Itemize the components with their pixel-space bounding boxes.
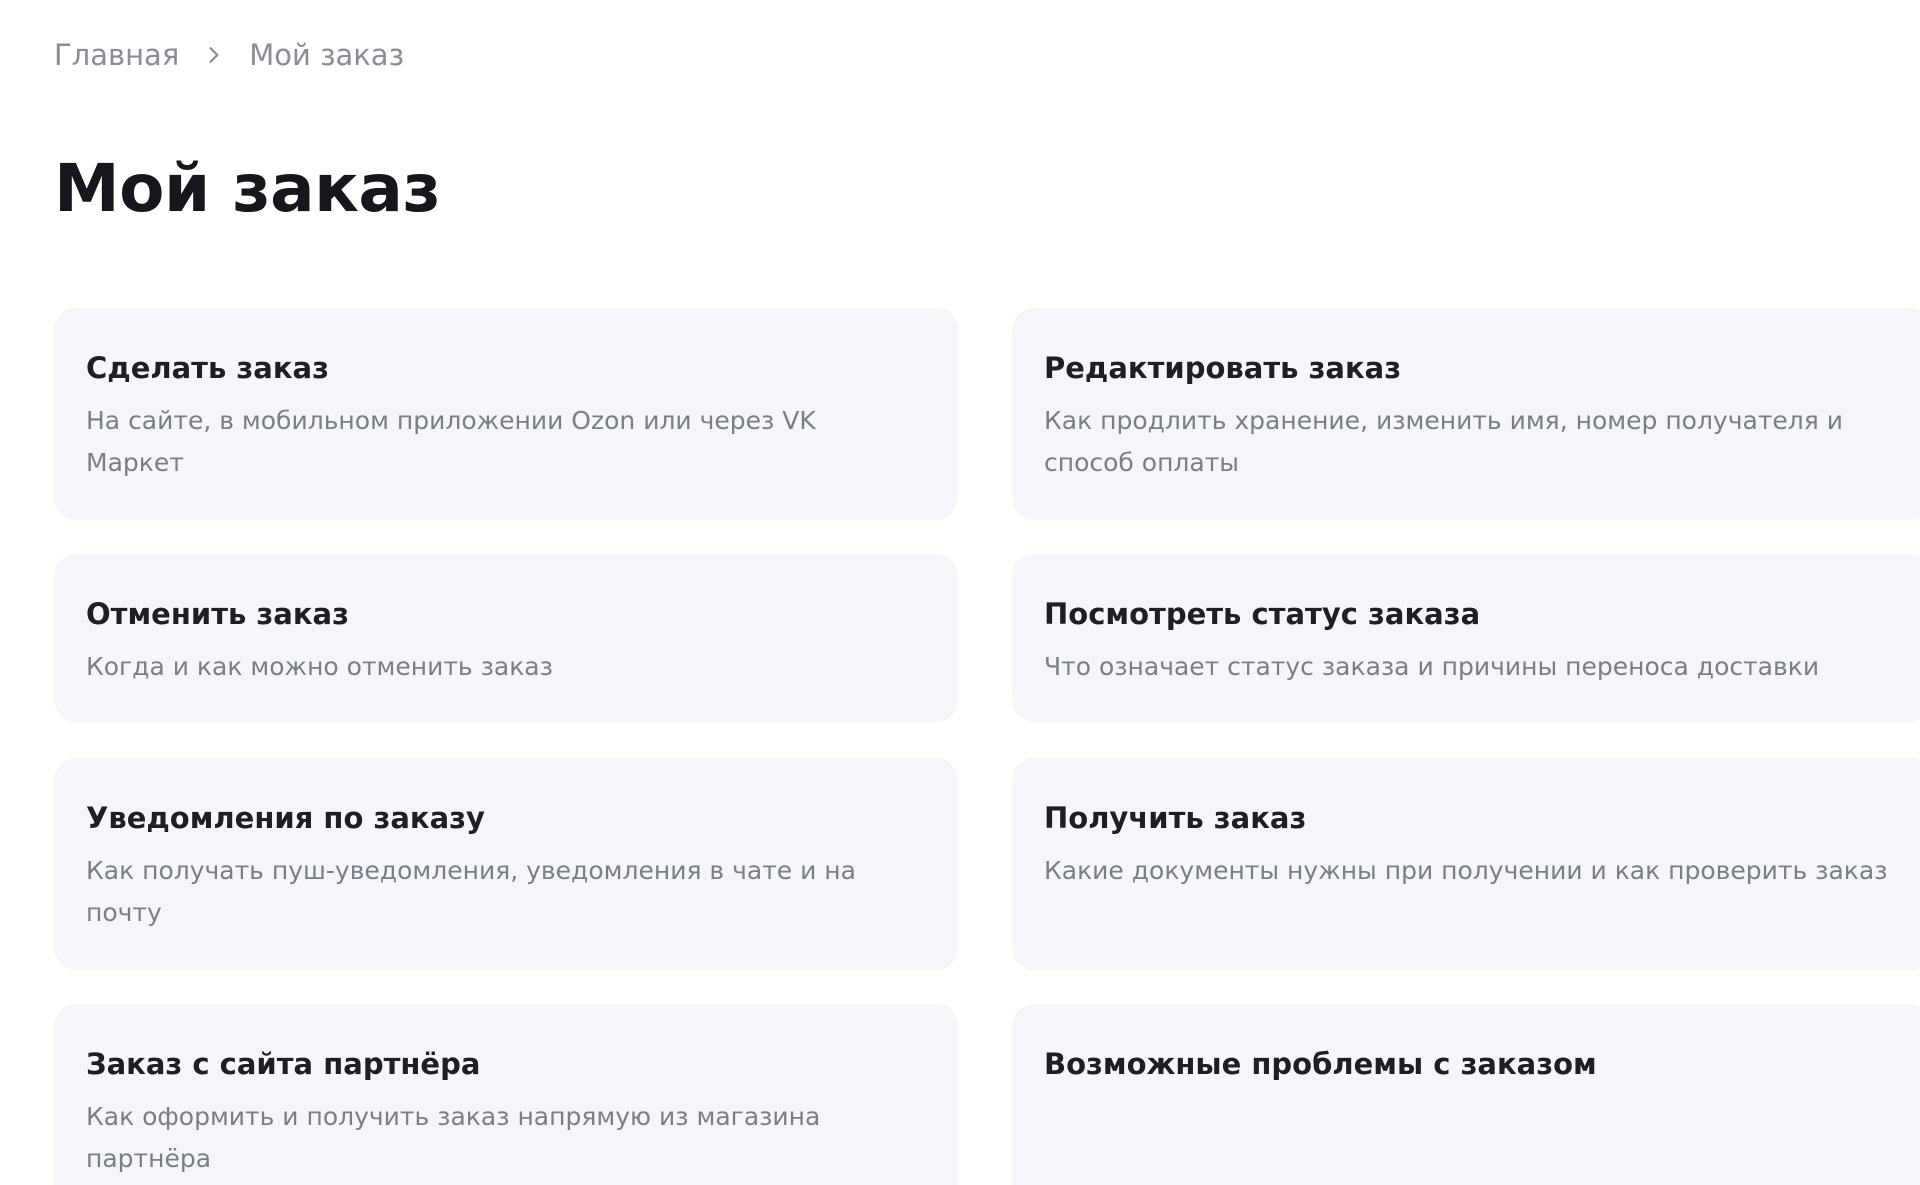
- breadcrumb: Главная Мой заказ: [54, 38, 404, 72]
- card-receive-order[interactable]: Получить заказ Какие документы нужны при…: [1012, 758, 1920, 970]
- card-title: Редактировать заказ: [1044, 351, 1402, 385]
- card-title: Отменить заказ: [86, 597, 349, 631]
- chevron-right-icon: [179, 40, 249, 70]
- card-title: Сделать заказ: [86, 351, 329, 385]
- card-description: Как оформить и получить заказ напрямую и…: [86, 1102, 821, 1173]
- card-edit-order[interactable]: Редактировать заказ Как продлить хранени…: [1012, 308, 1920, 520]
- card-order-problems[interactable]: Возможные проблемы с заказом: [1012, 1004, 1920, 1185]
- card-description: Как получать пуш-уведомления, уведомлени…: [86, 856, 856, 927]
- card-partner-order[interactable]: Заказ с сайта партнёра Как оформить и по…: [54, 1004, 958, 1185]
- card-title: Уведомления по заказу: [86, 801, 485, 835]
- card-description: Какие документы нужны при получении и ка…: [1044, 856, 1888, 885]
- card-order-status[interactable]: Посмотреть статус заказа Что означает ст…: [1012, 554, 1920, 722]
- card-title: Возможные проблемы с заказом: [1044, 1047, 1597, 1081]
- card-description: Когда и как можно отменить заказ: [86, 652, 553, 681]
- breadcrumb-current: Мой заказ: [249, 38, 404, 72]
- page: Главная Мой заказ Мой заказ Сделать зака…: [0, 0, 1920, 1185]
- card-order-notifications[interactable]: Уведомления по заказу Как получать пуш-у…: [54, 758, 958, 970]
- breadcrumb-home-link[interactable]: Главная: [54, 38, 179, 72]
- card-description: Что означает статус заказа и причины пер…: [1044, 652, 1820, 681]
- card-make-order[interactable]: Сделать заказ На сайте, в мобильном прил…: [54, 308, 958, 520]
- card-title: Посмотреть статус заказа: [1044, 597, 1481, 631]
- card-description: Как продлить хранение, изменить имя, ном…: [1044, 406, 1843, 477]
- card-cancel-order[interactable]: Отменить заказ Когда и как можно отменит…: [54, 554, 958, 722]
- page-title: Мой заказ: [54, 150, 441, 227]
- card-title: Получить заказ: [1044, 801, 1307, 835]
- card-description: На сайте, в мобильном приложении Ozon ил…: [86, 406, 816, 477]
- card-title: Заказ с сайта партнёра: [86, 1047, 481, 1081]
